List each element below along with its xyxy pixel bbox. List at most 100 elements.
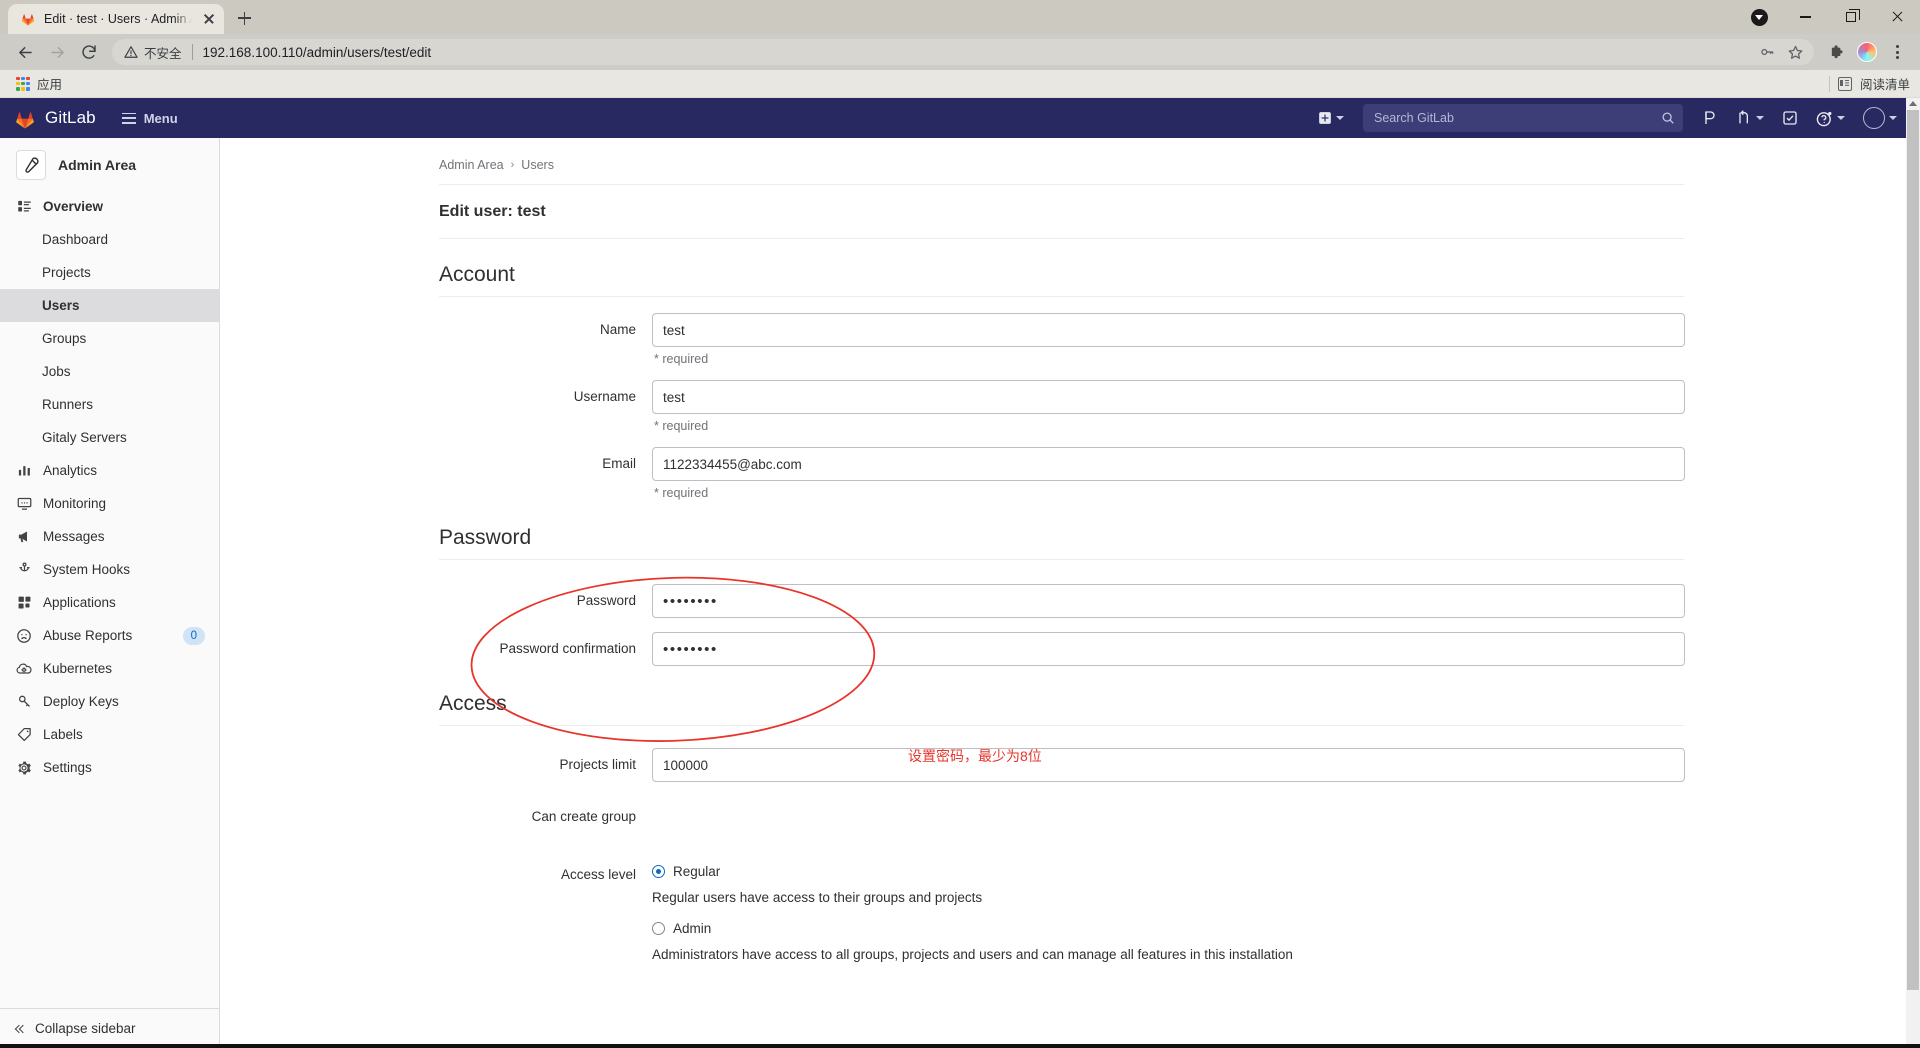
breadcrumb-users[interactable]: Users	[521, 158, 554, 172]
taskbar-strip	[0, 1044, 1920, 1048]
sidebar-item-users[interactable]: Users	[0, 289, 219, 322]
gitlab-logo-icon	[16, 111, 34, 129]
admin-radio[interactable]	[652, 922, 665, 935]
name-required-help: * required	[654, 352, 709, 366]
form-row-access-level: Access level Regular Regular users have …	[439, 834, 1684, 972]
access-level-option-admin[interactable]: Admin	[652, 915, 1684, 936]
section-heading-access: Access	[439, 692, 507, 715]
sidebar-item-gitaly-servers[interactable]: Gitaly Servers	[0, 421, 219, 454]
password-confirmation-input[interactable]: ••••••••	[652, 632, 1685, 666]
regular-radio[interactable]	[652, 865, 665, 878]
bookmark-star-icon[interactable]	[1782, 39, 1808, 65]
sidebar-item-label: System Hooks	[43, 562, 131, 577]
extensions-puzzle-icon[interactable]	[1824, 39, 1850, 65]
chrome-menu-icon[interactable]	[1884, 39, 1910, 65]
sidebar-item-jobs[interactable]: Jobs	[0, 355, 219, 388]
sidebar-item-label: Gitaly Servers	[42, 430, 127, 445]
form-row-password-confirmation: Password confirmation ••••••••	[439, 618, 1685, 666]
access-level-label: Access level	[560, 867, 636, 882]
access-level-option-regular[interactable]: Regular	[652, 858, 1684, 879]
sidebar-item-settings[interactable]: Settings	[0, 751, 219, 784]
section-divider-password	[439, 559, 1684, 560]
sidebar-item-runners[interactable]: Runners	[0, 388, 219, 421]
admin-area-icon	[16, 150, 46, 180]
sidebar-item-system-hooks[interactable]: System Hooks	[0, 553, 219, 586]
email-input[interactable]: 1122334455@abc.com	[652, 447, 1685, 481]
name-input[interactable]: test	[652, 313, 1685, 347]
sidebar-context-header[interactable]: Admin Area	[0, 138, 219, 190]
sidebar-item-kubernetes[interactable]: Kubernetes	[0, 652, 219, 685]
back-button[interactable]	[10, 37, 40, 67]
browser-tab[interactable]: Edit · test · Users · Admin Area	[8, 4, 224, 34]
vertical-scrollbar[interactable]	[1906, 98, 1920, 1048]
can-create-group-label: Can create group	[531, 809, 636, 824]
plus-square-icon	[1319, 112, 1331, 124]
sidebar-item-labels[interactable]: Labels	[0, 718, 219, 751]
password-input[interactable]: ••••••••	[652, 584, 1685, 618]
scroll-up-arrow-icon[interactable]	[1909, 101, 1917, 106]
browser-window: Edit · test · Users · Admin Area	[0, 0, 1920, 1048]
tab-title: Edit · test · Users · Admin Area	[44, 12, 192, 26]
username-input[interactable]: test	[652, 380, 1685, 414]
password-confirmation-label: Password confirmation	[499, 641, 636, 656]
sidebar-item-label: Messages	[43, 529, 105, 544]
password-key-icon[interactable]	[1754, 39, 1780, 65]
sidebar-nav-list: Overview Dashboard Projects Users Groups…	[0, 190, 219, 1008]
sidebar-item-label: Analytics	[43, 463, 98, 478]
address-bar[interactable]: 不安全 192.168.100.110/admin/users/test/edi…	[112, 39, 1814, 65]
form-row-can-create-group: Can create group	[439, 782, 1684, 834]
gitlab-home-link[interactable]: GitLab	[14, 108, 96, 129]
sidebar-item-abuse-reports[interactable]: Abuse Reports 0	[0, 619, 219, 652]
sidebar-item-analytics[interactable]: Analytics	[0, 454, 219, 487]
bookmark-apps-label: 应用	[37, 78, 63, 92]
sidebar-item-label: Users	[42, 298, 80, 313]
reading-list-icon[interactable]	[1837, 76, 1852, 91]
collapse-sidebar-button[interactable]: Collapse sidebar	[0, 1008, 219, 1048]
bookmark-apps[interactable]: 应用	[10, 72, 68, 95]
not-secure-warning-icon	[124, 46, 138, 58]
sidebar-item-label: Settings	[43, 760, 92, 775]
projects-limit-input[interactable]: 100000	[652, 748, 1685, 782]
search-placeholder: Search GitLab	[1374, 111, 1454, 125]
sidebar-item-overview[interactable]: Overview	[0, 190, 219, 223]
chevron-down-icon	[1889, 116, 1897, 120]
close-window-button[interactable]	[1874, 0, 1920, 34]
minimize-window-button[interactable]	[1782, 0, 1828, 34]
sidebar-item-messages[interactable]: Messages	[0, 520, 219, 553]
close-tab-icon[interactable]	[200, 10, 218, 28]
sidebar-item-label: Runners	[42, 397, 94, 412]
breadcrumb-admin-area[interactable]: Admin Area	[439, 158, 504, 172]
new-tab-button[interactable]	[230, 4, 258, 32]
todos-icon	[1783, 111, 1797, 125]
recording-indicator-icon[interactable]	[1736, 0, 1782, 34]
gitlab-menu-button[interactable]: Menu	[121, 111, 178, 126]
help-dropdown[interactable]	[1809, 104, 1852, 132]
form-row-name: Name test * required	[439, 305, 1685, 372]
todos-link[interactable]	[1775, 104, 1805, 132]
sidebar-item-deploy-keys[interactable]: Deploy Keys	[0, 685, 219, 718]
sidebar-item-groups[interactable]: Groups	[0, 322, 219, 355]
scrollbar-thumb[interactable]	[1907, 110, 1919, 990]
sidebar-item-dashboard[interactable]: Dashboard	[0, 223, 219, 256]
applications-icon	[16, 595, 32, 611]
user-menu-dropdown[interactable]	[1856, 104, 1904, 132]
sidebar-item-projects[interactable]: Projects	[0, 256, 219, 289]
section-heading-password: Password	[439, 526, 532, 549]
reading-list-label[interactable]: 阅读清单	[1860, 74, 1910, 93]
username-label: Username	[573, 389, 636, 404]
forward-button[interactable]	[42, 37, 72, 67]
maximize-window-button[interactable]	[1828, 0, 1874, 34]
reload-button[interactable]	[74, 37, 104, 67]
chevron-down-icon	[1336, 116, 1344, 120]
bookmarks-bar: 应用 阅读清单	[0, 70, 1920, 98]
search-input[interactable]: Search GitLab	[1363, 104, 1683, 132]
sidebar-item-applications[interactable]: Applications	[0, 586, 219, 619]
hamburger-icon	[121, 112, 136, 124]
issues-link[interactable]	[1695, 104, 1725, 132]
bookmarks-divider	[1828, 75, 1830, 92]
admin-sidebar: Admin Area Overview Dashboard Projects U…	[0, 138, 220, 1048]
merge-requests-dropdown[interactable]	[1729, 104, 1771, 132]
new-item-dropdown[interactable]	[1311, 104, 1351, 132]
sidebar-item-monitoring[interactable]: Monitoring	[0, 487, 219, 520]
profile-avatar[interactable]	[1854, 39, 1880, 65]
